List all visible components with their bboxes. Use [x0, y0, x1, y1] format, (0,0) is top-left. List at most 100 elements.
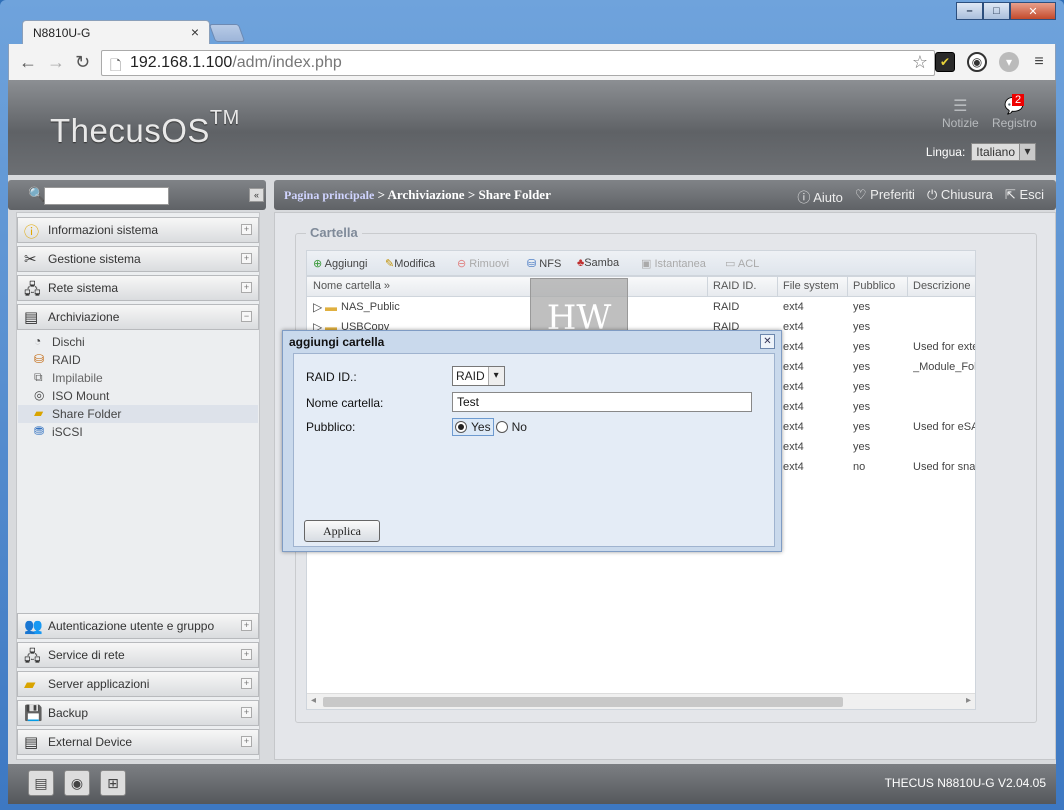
preferiti-button[interactable]: ♡ Preferiti	[855, 187, 915, 206]
expand-icon[interactable]: +	[241, 707, 252, 718]
col-descrizione[interactable]: Descrizione	[913, 280, 970, 292]
expand-arrow-icon[interactable]: ▷	[313, 300, 322, 314]
pubblico-no-radio[interactable]	[495, 421, 508, 433]
expand-icon[interactable]: +	[241, 620, 252, 631]
istantanea-button[interactable]: ▣ Istantanea	[641, 257, 706, 270]
address-bar[interactable]: 🗋 192.168.1.100/adm/index.php ☆	[101, 50, 935, 76]
expand-icon[interactable]: +	[241, 736, 252, 747]
grid-header: Nome cartella » RAID ID. File system Pub…	[307, 277, 975, 297]
window-controls: – □ ✕	[956, 2, 1056, 20]
scrollbar-thumb[interactable]	[323, 697, 843, 707]
forward-icon[interactable]: →	[47, 52, 65, 73]
cell-descrizione: Used for exte	[913, 341, 976, 353]
sidebar-item-label: Informazioni sistema	[48, 223, 159, 237]
expand-icon[interactable]: +	[241, 678, 252, 689]
menu-icon[interactable]: ≡	[1029, 52, 1049, 72]
cell-fs: ext4	[783, 301, 804, 313]
raid-icon: ⛁	[34, 352, 45, 366]
sidebar-item-iso-mount[interactable]: ◎ ISO Mount	[18, 387, 258, 405]
cell-pubblico: yes	[853, 321, 871, 333]
sidebar-item-server-applicazioni[interactable]: ▰ Server applicazioni +	[17, 671, 259, 697]
scroll-right-icon[interactable]: ▸	[966, 695, 971, 706]
iso-icon: ◎	[34, 388, 45, 402]
sidebar-search-input[interactable]	[44, 187, 169, 205]
tools-icon: ✂	[24, 251, 37, 268]
sidebar-item-dischi[interactable]: ◔ Dischi	[18, 333, 258, 351]
rimuovi-button[interactable]: ⊖ Rimuovi	[457, 257, 509, 270]
maximize-button[interactable]: □	[983, 2, 1010, 20]
chiusura-button[interactable]: ⏻ Chiusura	[927, 187, 993, 206]
pubblico-no-option[interactable]: No	[495, 420, 527, 434]
sidebar-item-gestione-sistema[interactable]: ✂ Gestione sistema +	[17, 246, 259, 272]
sidebar-search-bar: 🔍 «	[8, 180, 266, 210]
rss-icon: ☰	[953, 98, 968, 115]
sidebar-item-autenticazione[interactable]: 👥 Autenticazione utente e gruppo +	[17, 613, 259, 639]
browser-tab[interactable]: N8810U-G ×	[22, 20, 210, 44]
server-icon[interactable]: ▤	[28, 770, 54, 796]
aiuto-button[interactable]: ⓘ Aiuto	[797, 187, 843, 206]
dialog-close-icon[interactable]: ✕	[760, 334, 775, 349]
pubblico-yes-radio[interactable]	[455, 421, 467, 433]
sidebar-item-impilabile[interactable]: ⧉ Impilabile	[18, 369, 258, 387]
fieldset-legend: Cartella	[306, 225, 362, 240]
nome-cartella-input[interactable]: Test	[452, 392, 752, 412]
sidebar-item-iscsi[interactable]: ⛃ iSCSI	[18, 423, 258, 441]
cell-pubblico: no	[853, 461, 866, 473]
scroll-left-icon[interactable]: ◂	[311, 695, 316, 706]
sidebar-item-service-di-rete[interactable]: 🖧 Service di rete +	[17, 642, 259, 668]
extension-check-icon[interactable]: ✔	[935, 52, 955, 72]
sidebar-item-label: Impilabile	[52, 371, 103, 385]
close-window-button[interactable]: ✕	[1010, 2, 1056, 20]
info-icon: ⓘ	[24, 224, 40, 241]
raid-id-select[interactable]: RAID ▾	[452, 366, 505, 386]
sidebar-item-informazioni-sistema[interactable]: ⓘ Informazioni sistema +	[17, 217, 259, 243]
disk-status-icon[interactable]: ◉	[64, 770, 90, 796]
minimize-button[interactable]: –	[956, 2, 983, 20]
col-nome-cartella[interactable]: Nome cartella »	[313, 280, 390, 292]
sidebar-item-backup[interactable]: 💾 Backup +	[17, 700, 259, 726]
acl-button[interactable]: ▭ ACL	[725, 257, 759, 270]
sidebar-item-rete-sistema[interactable]: 🖧 Rete sistema +	[17, 275, 259, 301]
table-row[interactable]: ▷ ▬ NAS_Public RAID ext4 yes	[307, 297, 975, 317]
collapse-icon[interactable]: −	[241, 311, 252, 322]
extension-shield-icon[interactable]: ▾	[999, 52, 1019, 72]
extension-off-icon[interactable]: ◉	[967, 52, 987, 72]
horizontal-scrollbar[interactable]: ◂ ▸	[307, 693, 975, 709]
samba-button[interactable]: ♣Samba	[577, 257, 619, 269]
tab-close-icon[interactable]: ×	[191, 24, 199, 40]
pubblico-yes-option[interactable]: Yes	[452, 418, 494, 436]
col-pubblico[interactable]: Pubblico	[853, 280, 895, 292]
back-icon[interactable]: ←	[19, 52, 37, 73]
sidebar-item-label: Share Folder	[52, 407, 122, 421]
col-file-system[interactable]: File system	[783, 280, 839, 292]
cell-pubblico: yes	[853, 441, 871, 453]
applica-button[interactable]: Applica	[304, 520, 380, 542]
sidebar-item-archiviazione[interactable]: ▤ Archiviazione −	[17, 304, 259, 330]
registro-badge: 2	[1012, 94, 1025, 106]
nfs-button[interactable]: ⛁ NFS	[527, 257, 561, 270]
registro-link[interactable]: 💬 2 Registro	[992, 94, 1037, 130]
network-status-icon[interactable]: ⊞	[100, 770, 126, 796]
aggiungi-button[interactable]: ⊕ Aggiungi	[313, 257, 368, 270]
dialog-body: RAID ID.: RAID ▾ Nome cartella: Test Pub…	[293, 353, 775, 547]
sidebar-item-share-folder[interactable]: ▰ Share Folder	[18, 405, 258, 423]
notizie-link[interactable]: ☰ Notizie	[942, 96, 979, 130]
cell-fs: ext4	[783, 321, 804, 333]
sidebar-item-label: Backup	[48, 706, 89, 720]
expand-icon[interactable]: +	[241, 649, 252, 660]
new-tab-button[interactable]	[208, 24, 246, 42]
col-raid-id[interactable]: RAID ID.	[713, 280, 756, 292]
expand-icon[interactable]: +	[241, 224, 252, 235]
sidebar-item-external-device[interactable]: ▤ External Device +	[17, 729, 259, 755]
bookmark-star-icon[interactable]: ☆	[912, 52, 928, 73]
sidebar-item-raid[interactable]: ⛁ RAID	[18, 351, 258, 369]
breadcrumb-home-link[interactable]: Pagina principale	[284, 188, 374, 202]
language-select[interactable]: Italiano ▾	[971, 143, 1036, 161]
header-actions: ⓘ Aiuto ♡ Preferiti ⏻ Chiusura ⇱ Esci	[797, 187, 1044, 206]
reload-icon[interactable]: ↻	[75, 52, 90, 73]
modifica-button[interactable]: ✎Modifica	[385, 257, 435, 270]
collapse-sidebar-icon[interactable]: «	[249, 188, 264, 202]
esci-button[interactable]: ⇱ Esci	[1005, 187, 1044, 206]
expand-icon[interactable]: +	[241, 253, 252, 264]
expand-icon[interactable]: +	[241, 282, 252, 293]
